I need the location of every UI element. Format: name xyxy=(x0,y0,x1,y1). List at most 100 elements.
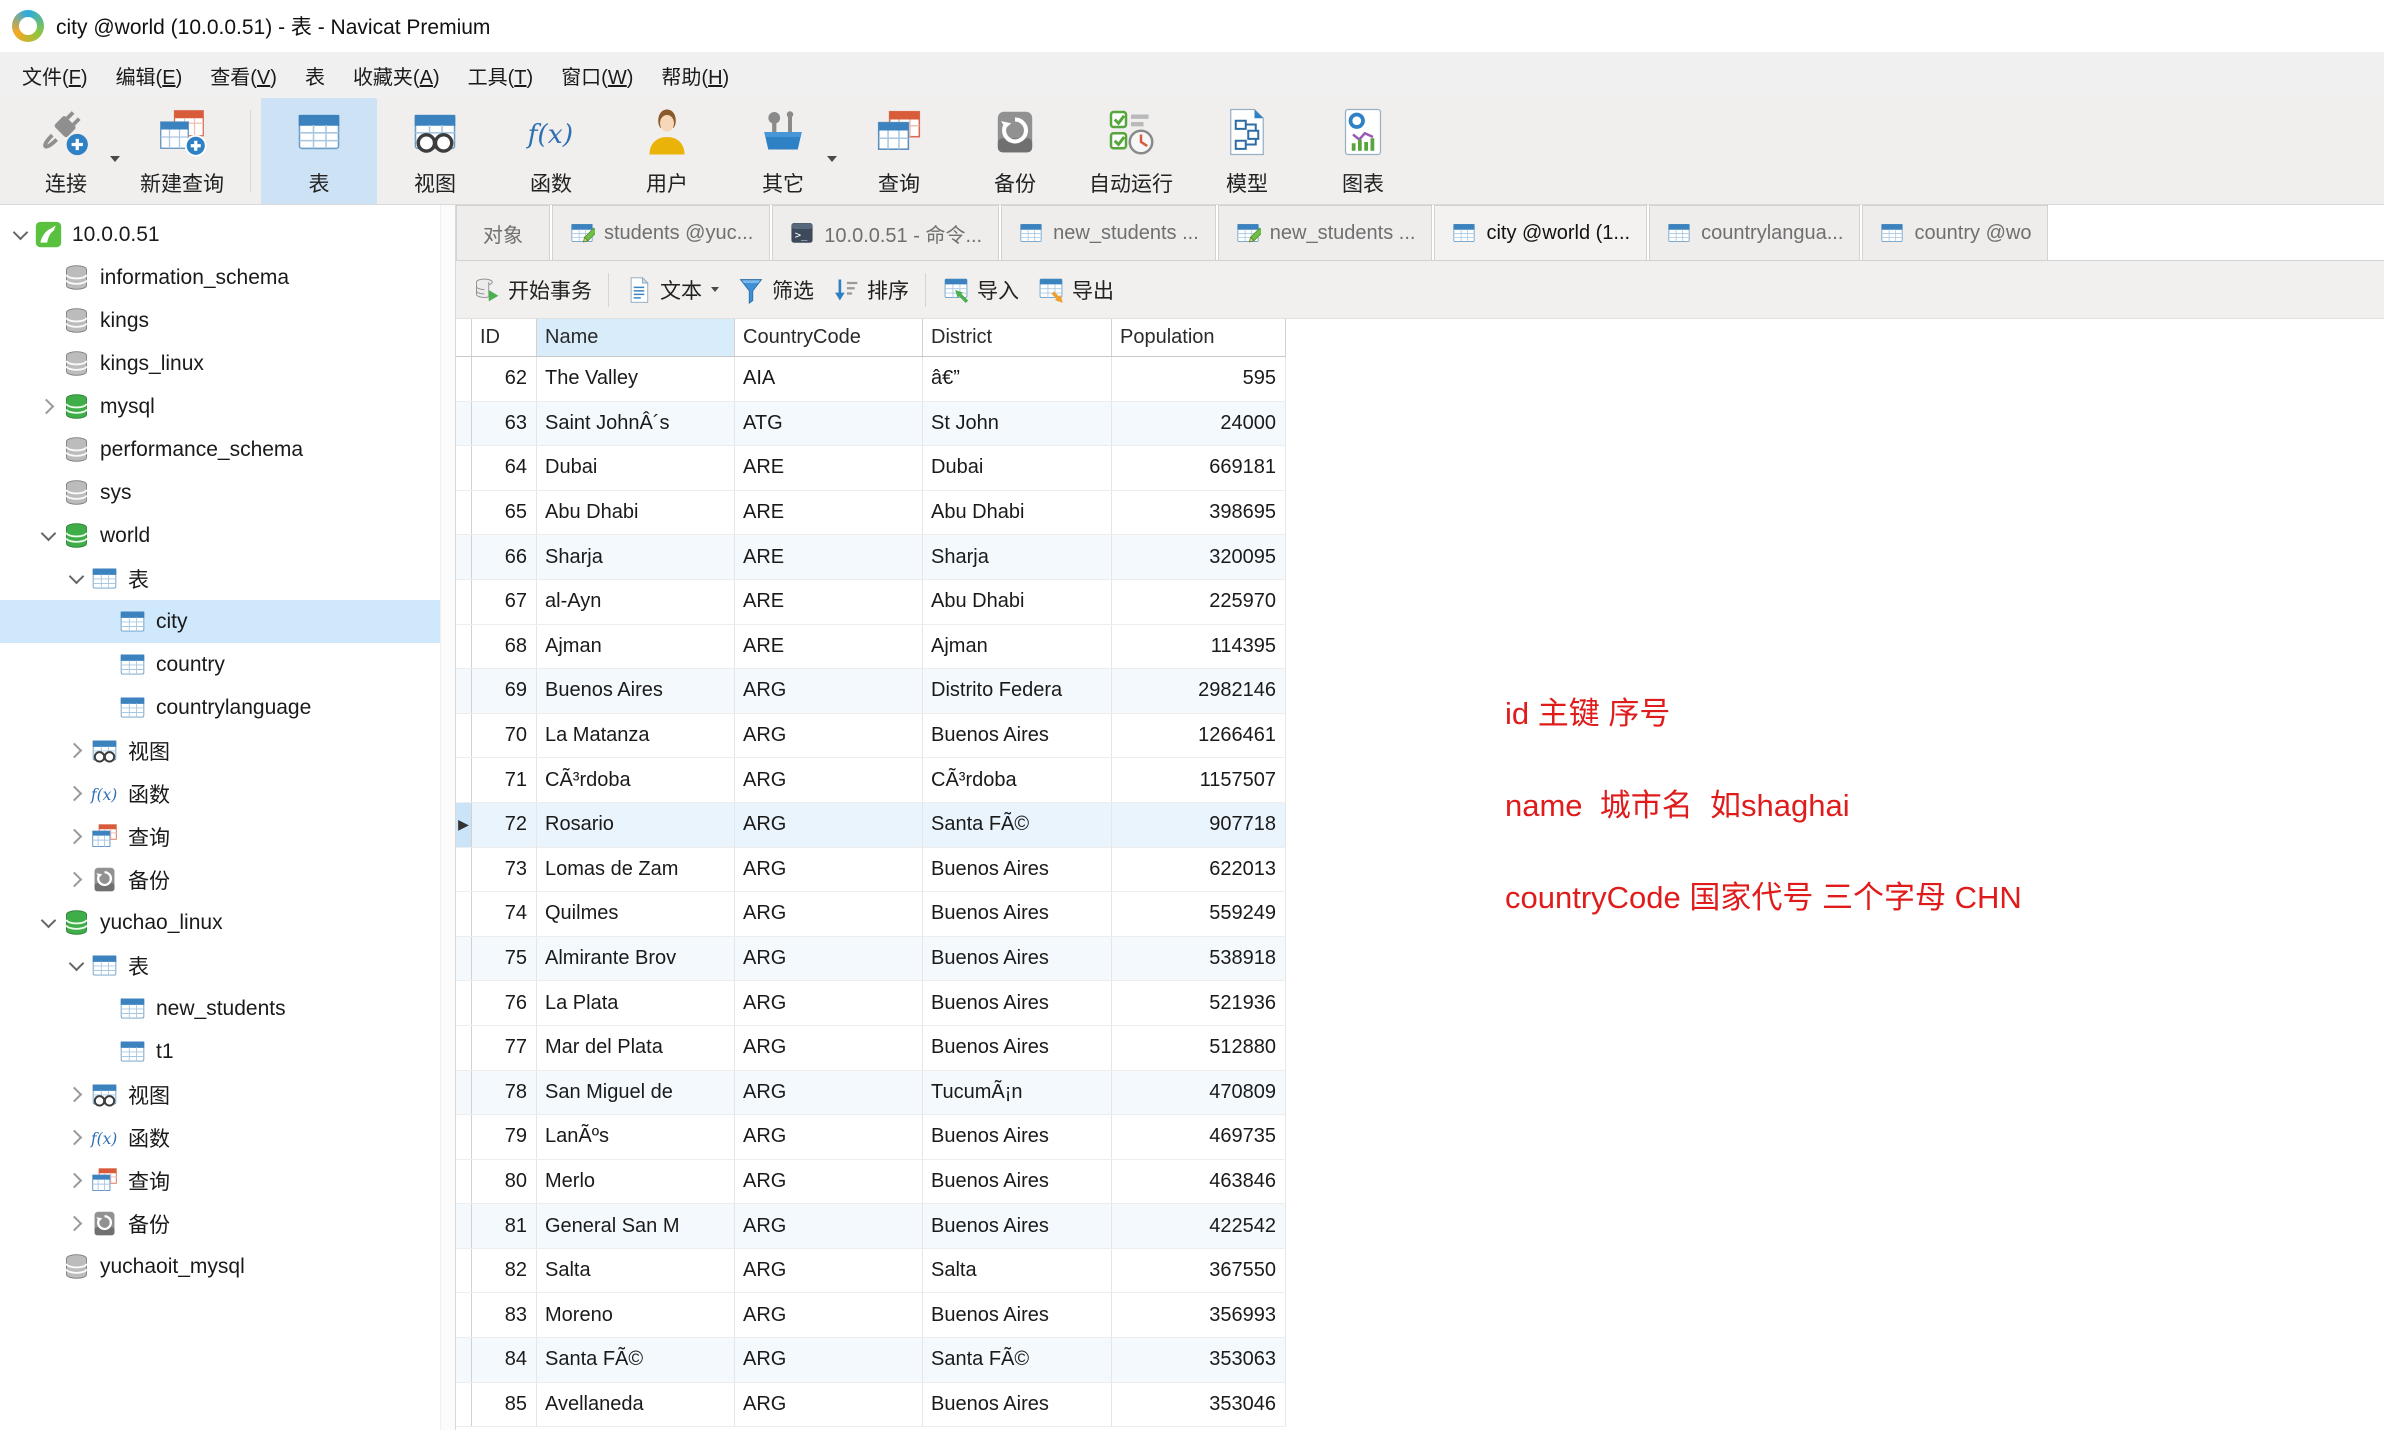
table-row[interactable]: 83MorenoARGBuenos Aires356993 xyxy=(456,1293,1286,1338)
column-header-country_code[interactable]: CountryCode xyxy=(735,319,923,356)
expand-icon[interactable] xyxy=(64,788,88,799)
tree-item-table-countrylanguage[interactable]: countrylanguage xyxy=(0,686,455,729)
expand-icon[interactable] xyxy=(64,1089,88,1100)
cell-country_code[interactable]: ARE xyxy=(735,535,923,579)
tree-item-world-backups[interactable]: 备份 xyxy=(0,858,455,901)
row-selector[interactable] xyxy=(456,1383,472,1427)
cell-district[interactable]: Buenos Aires xyxy=(923,937,1112,981)
cell-country_code[interactable]: ARG xyxy=(735,937,923,981)
tab-command-window[interactable]: >_10.0.0.51 - 命令... xyxy=(772,205,999,260)
toolbar-button-automation[interactable]: 自动运行 xyxy=(1073,98,1189,204)
column-header-name[interactable]: Name xyxy=(537,319,735,356)
tree-item-db-mysql[interactable]: mysql xyxy=(0,385,455,428)
cell-population[interactable]: 114395 xyxy=(1112,625,1286,669)
cell-population[interactable]: 356993 xyxy=(1112,1293,1286,1337)
cell-country_code[interactable]: ARE xyxy=(735,491,923,535)
cell-district[interactable]: Sharja xyxy=(923,535,1112,579)
menu-item-edit[interactable]: 编辑(E) xyxy=(102,56,197,95)
cell-district[interactable]: St John xyxy=(923,402,1112,446)
row-selector[interactable] xyxy=(456,848,472,892)
toolbar-button-others[interactable]: 其它 xyxy=(725,98,841,204)
row-selector[interactable] xyxy=(456,446,472,490)
cell-name[interactable]: San Miguel de xyxy=(537,1071,735,1115)
expand-icon[interactable] xyxy=(64,745,88,756)
cell-id[interactable]: 79 xyxy=(472,1115,537,1159)
cell-population[interactable]: 2982146 xyxy=(1112,669,1286,713)
collapse-icon[interactable] xyxy=(64,962,88,969)
table-row[interactable]: 80MerloARGBuenos Aires463846 xyxy=(456,1160,1286,1205)
tree-item-world-views[interactable]: 视图 xyxy=(0,729,455,772)
table-row[interactable]: 81General San MARGBuenos Aires422542 xyxy=(456,1204,1286,1249)
cell-population[interactable]: 422542 xyxy=(1112,1204,1286,1248)
cell-name[interactable]: La Matanza xyxy=(537,714,735,758)
cell-id[interactable]: 74 xyxy=(472,892,537,936)
tree-item-db-sys[interactable]: sys xyxy=(0,471,455,514)
cell-district[interactable]: Ajman xyxy=(923,625,1112,669)
table-toolbar-button-filter[interactable]: 筛选 xyxy=(728,270,823,310)
toolbar-button-function[interactable]: f(x)函数 xyxy=(493,98,609,204)
cell-population[interactable]: 1157507 xyxy=(1112,758,1286,802)
cell-country_code[interactable]: ARG xyxy=(735,714,923,758)
cell-district[interactable]: Buenos Aires xyxy=(923,714,1112,758)
cell-id[interactable]: 80 xyxy=(472,1160,537,1204)
row-selector[interactable] xyxy=(456,1249,472,1293)
collapse-icon[interactable] xyxy=(36,919,60,926)
tree-item-table-t1[interactable]: t1 xyxy=(0,1030,455,1073)
cell-name[interactable]: Abu Dhabi xyxy=(537,491,735,535)
table-row[interactable]: 76La PlataARGBuenos Aires521936 xyxy=(456,981,1286,1026)
table-toolbar-button-begin-transaction[interactable]: 开始事务 xyxy=(464,270,601,310)
row-selector[interactable] xyxy=(456,714,472,758)
cell-id[interactable]: 62 xyxy=(472,357,537,401)
cell-population[interactable]: 1266461 xyxy=(1112,714,1286,758)
cell-id[interactable]: 76 xyxy=(472,981,537,1025)
toolbar-button-chart[interactable]: 图表 xyxy=(1305,98,1421,204)
cell-country_code[interactable]: ARG xyxy=(735,981,923,1025)
cell-population[interactable]: 907718 xyxy=(1112,803,1286,847)
cell-population[interactable]: 469735 xyxy=(1112,1115,1286,1159)
cell-name[interactable]: Salta xyxy=(537,1249,735,1293)
cell-country_code[interactable]: ARG xyxy=(735,1115,923,1159)
cell-name[interactable]: Dubai xyxy=(537,446,735,490)
table-row[interactable]: 71CÃ³rdobaARGCÃ³rdoba1157507 xyxy=(456,758,1286,803)
column-header-district[interactable]: District xyxy=(923,319,1112,356)
cell-id[interactable]: 77 xyxy=(472,1026,537,1070)
expand-icon[interactable] xyxy=(64,831,88,842)
menu-item-view[interactable]: 查看(V) xyxy=(196,56,291,95)
cell-country_code[interactable]: AIA xyxy=(735,357,923,401)
row-selector[interactable] xyxy=(456,1115,472,1159)
table-row[interactable]: ▶72RosarioARGSanta FÃ©907718 xyxy=(456,803,1286,848)
cell-name[interactable]: Buenos Aires xyxy=(537,669,735,713)
cell-name[interactable]: Rosario xyxy=(537,803,735,847)
row-selector[interactable] xyxy=(456,892,472,936)
cell-name[interactable]: Moreno xyxy=(537,1293,735,1337)
cell-district[interactable]: â€” xyxy=(923,357,1112,401)
table-row[interactable]: 75Almirante BrovARGBuenos Aires538918 xyxy=(456,937,1286,982)
expand-icon[interactable] xyxy=(36,401,60,412)
cell-country_code[interactable]: ARG xyxy=(735,1293,923,1337)
cell-district[interactable]: Buenos Aires xyxy=(923,1383,1112,1427)
cell-country_code[interactable]: ARG xyxy=(735,1204,923,1248)
cell-country_code[interactable]: ARG xyxy=(735,803,923,847)
cell-district[interactable]: Abu Dhabi xyxy=(923,580,1112,624)
menu-item-table[interactable]: 表 xyxy=(291,56,339,95)
cell-id[interactable]: 70 xyxy=(472,714,537,758)
toolbar-button-connect[interactable]: 连接 xyxy=(8,98,124,204)
table-row[interactable]: 62The ValleyAIAâ€”595 xyxy=(456,357,1286,402)
cell-id[interactable]: 81 xyxy=(472,1204,537,1248)
cell-population[interactable]: 512880 xyxy=(1112,1026,1286,1070)
collapse-icon[interactable] xyxy=(36,532,60,539)
tree-item-db-yuchao-linux[interactable]: yuchao_linux xyxy=(0,901,455,944)
cell-district[interactable]: Salta xyxy=(923,1249,1112,1293)
menu-item-help[interactable]: 帮助(H) xyxy=(647,56,743,95)
cell-id[interactable]: 72 xyxy=(472,803,537,847)
cell-country_code[interactable]: ARG xyxy=(735,1071,923,1115)
cell-population[interactable]: 398695 xyxy=(1112,491,1286,535)
tab-students[interactable]: students @yuc... xyxy=(552,205,770,260)
tree-item-db-performance-schema[interactable]: performance_schema xyxy=(0,428,455,471)
cell-name[interactable]: Santa FÃ© xyxy=(537,1338,735,1382)
row-selector[interactable] xyxy=(456,491,472,535)
row-selector[interactable] xyxy=(456,357,472,401)
cell-id[interactable]: 68 xyxy=(472,625,537,669)
cell-district[interactable]: Dubai xyxy=(923,446,1112,490)
cell-population[interactable]: 463846 xyxy=(1112,1160,1286,1204)
